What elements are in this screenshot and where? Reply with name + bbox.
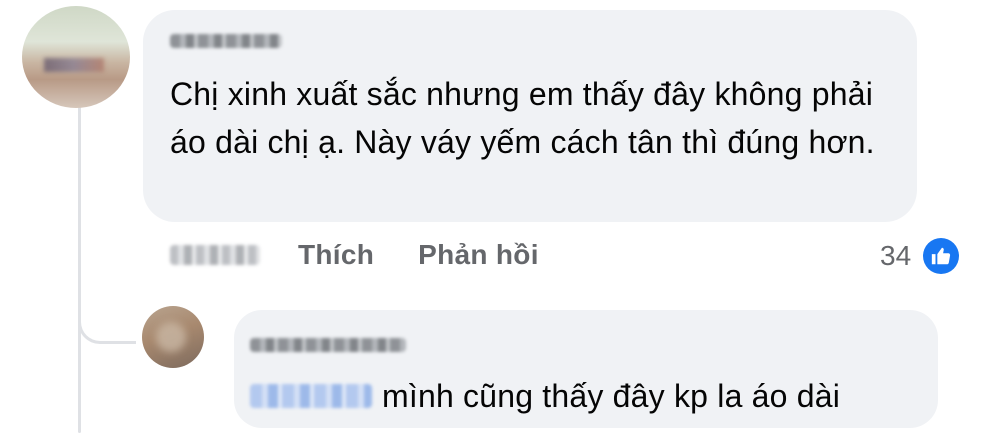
- reaction-summary[interactable]: 34: [880, 234, 960, 278]
- like-button[interactable]: Thích: [298, 239, 374, 271]
- like-icon: [923, 238, 960, 274]
- replier-name-blurred[interactable]: [250, 338, 406, 352]
- reply-connector-line: [78, 318, 136, 344]
- commenter-avatar[interactable]: [22, 6, 130, 108]
- comment-timestamp-blurred[interactable]: [170, 245, 260, 265]
- replier-avatar[interactable]: [142, 306, 204, 368]
- mention-tag-blurred[interactable]: [250, 384, 372, 408]
- reply-content: mình cũng thấy đây kp la áo dài: [250, 373, 840, 419]
- reaction-count: 34: [880, 240, 912, 271]
- thread-connector-line: [78, 104, 81, 433]
- reply-button[interactable]: Phản hồi: [418, 239, 539, 271]
- reply-text: mình cũng thấy đây kp la áo dài: [382, 377, 841, 414]
- comment-text: Chị xinh xuất sắc nhưng em thấy đây khôn…: [170, 76, 875, 160]
- commenter-name-blurred[interactable]: [170, 34, 282, 48]
- comment-actions: Thích Phản hồi: [170, 232, 583, 278]
